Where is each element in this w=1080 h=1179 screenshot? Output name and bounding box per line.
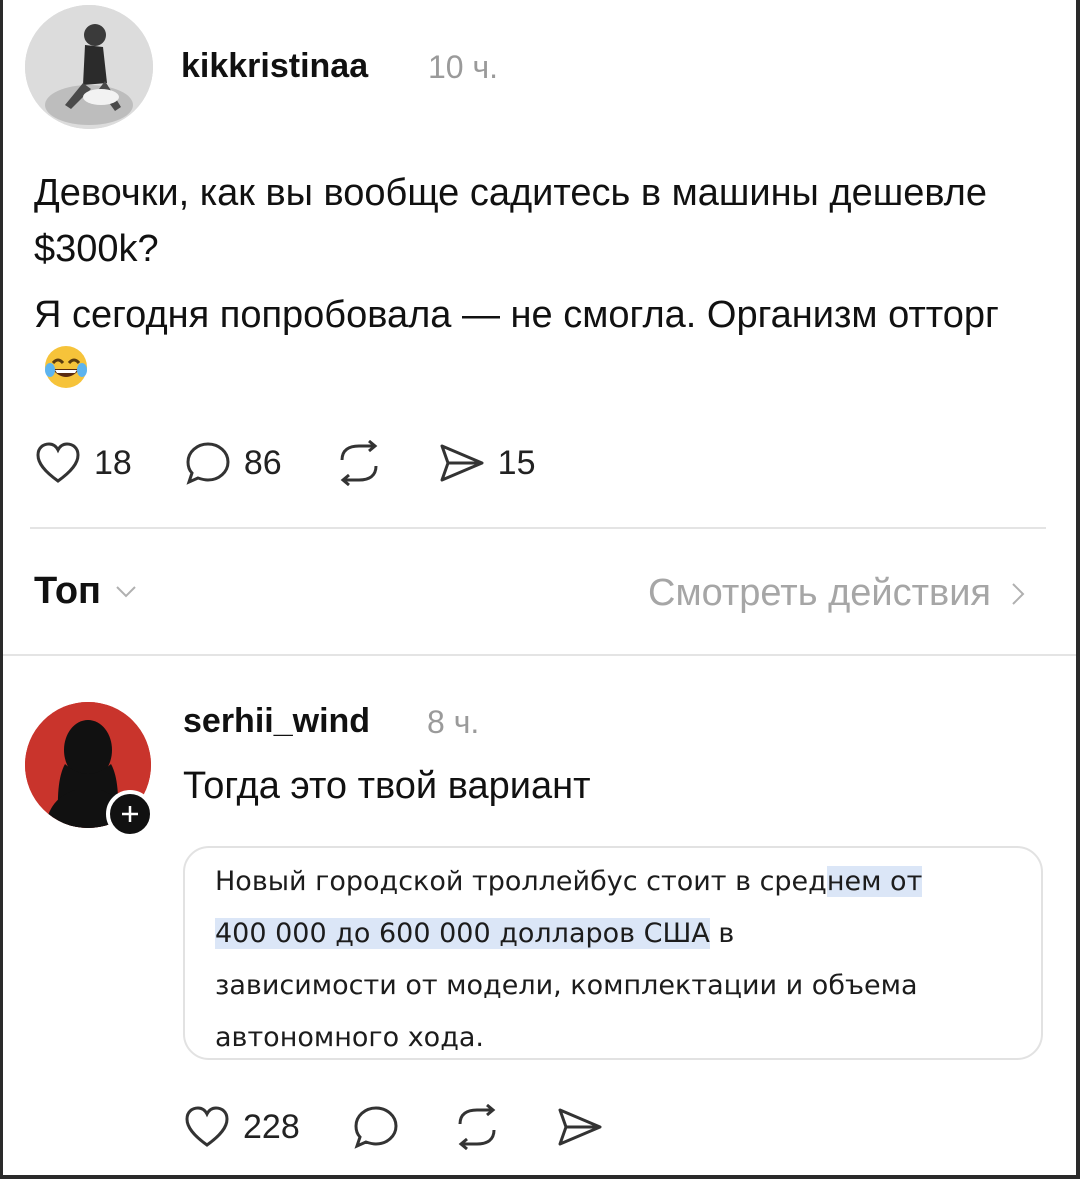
send-arrow-icon [440,444,484,482]
like-button[interactable]: 18 [34,441,132,485]
sort-label: Топ [34,570,101,612]
window-frame-left [0,0,3,1179]
heart-icon [185,1106,229,1147]
reply-share-button[interactable] [554,1104,604,1150]
quoted-text: Новый городской троллейбус стоит в средн… [215,856,1025,1058]
reply-like-count: 228 [243,1107,300,1146]
reply-like-button[interactable]: 228 [183,1105,300,1149]
reply-actions: 228 [183,1104,656,1150]
quote-line: зависимости от модели, комплектации и об… [215,970,918,1001]
reply-username[interactable]: serhii_wind [183,702,370,741]
view-activity-link[interactable]: Смотреть действия [648,572,1025,615]
comment-count: 86 [243,443,282,482]
post-text-line: Я сегодня попробовала — не смогла. Орган… [34,287,1034,399]
quote-highlight: нем от [826,866,923,897]
avatar-photo [25,5,153,129]
chevron-down-icon [116,585,136,597]
laughing-emoji-icon [45,346,87,388]
post-actions: 18 86 15 [34,440,587,486]
quote-line: 400 000 до 600 000 долларов США в [215,908,1025,960]
quote-text-after: в [709,918,735,949]
quote-text-before: Новый городской троллейбус стоит в сред [215,866,827,897]
plus-icon [122,806,138,822]
quote-highlight: 400 000 до 600 000 долларов США [215,918,710,949]
reply-timestamp: 8 ч. [427,704,480,740]
post-text-line2: Я сегодня попробовала — не смогла. Орган… [34,294,999,336]
repost-icon [458,1104,496,1150]
window-frame-bottom [0,1175,1080,1179]
post-text-line: Девочки, как вы вообще садитесь в машины… [34,172,987,270]
quote-line: Новый городской троллейбус стоит в средн… [215,856,1025,908]
sort-dropdown[interactable]: Топ [34,570,137,613]
like-count: 18 [94,443,132,482]
view-activity-label: Смотреть действия [648,572,991,614]
repost-icon [340,440,378,486]
window-frame-right [1076,0,1080,1179]
reply-text: Тогда это твой вариант [183,765,591,807]
reply-repost-button[interactable] [452,1104,502,1150]
reply-comment-button[interactable] [352,1104,400,1150]
divider [30,527,1046,529]
post-author-avatar[interactable] [25,5,153,129]
follow-plus-button[interactable] [106,790,154,838]
post-username[interactable]: kikkristinaa [181,47,368,86]
comment-button[interactable]: 86 [184,440,282,486]
post-timestamp: 10 ч. [428,49,499,85]
quote-line: автономного хода. [215,1022,484,1053]
quoted-screenshot-card[interactable]: Новый городской троллейбус стоит в средн… [183,846,1043,1060]
comment-bubble-icon [354,1106,398,1149]
heart-icon [36,442,80,483]
repost-button[interactable] [334,440,384,486]
chevron-right-icon [1012,582,1025,605]
post-body: Девочки, как вы вообще садитесь в машины… [34,165,1034,399]
section-divider [3,654,1076,656]
comment-bubble-icon [186,442,230,485]
share-count: 15 [497,443,536,482]
share-button[interactable]: 15 [436,440,536,486]
send-arrow-icon [558,1108,602,1146]
